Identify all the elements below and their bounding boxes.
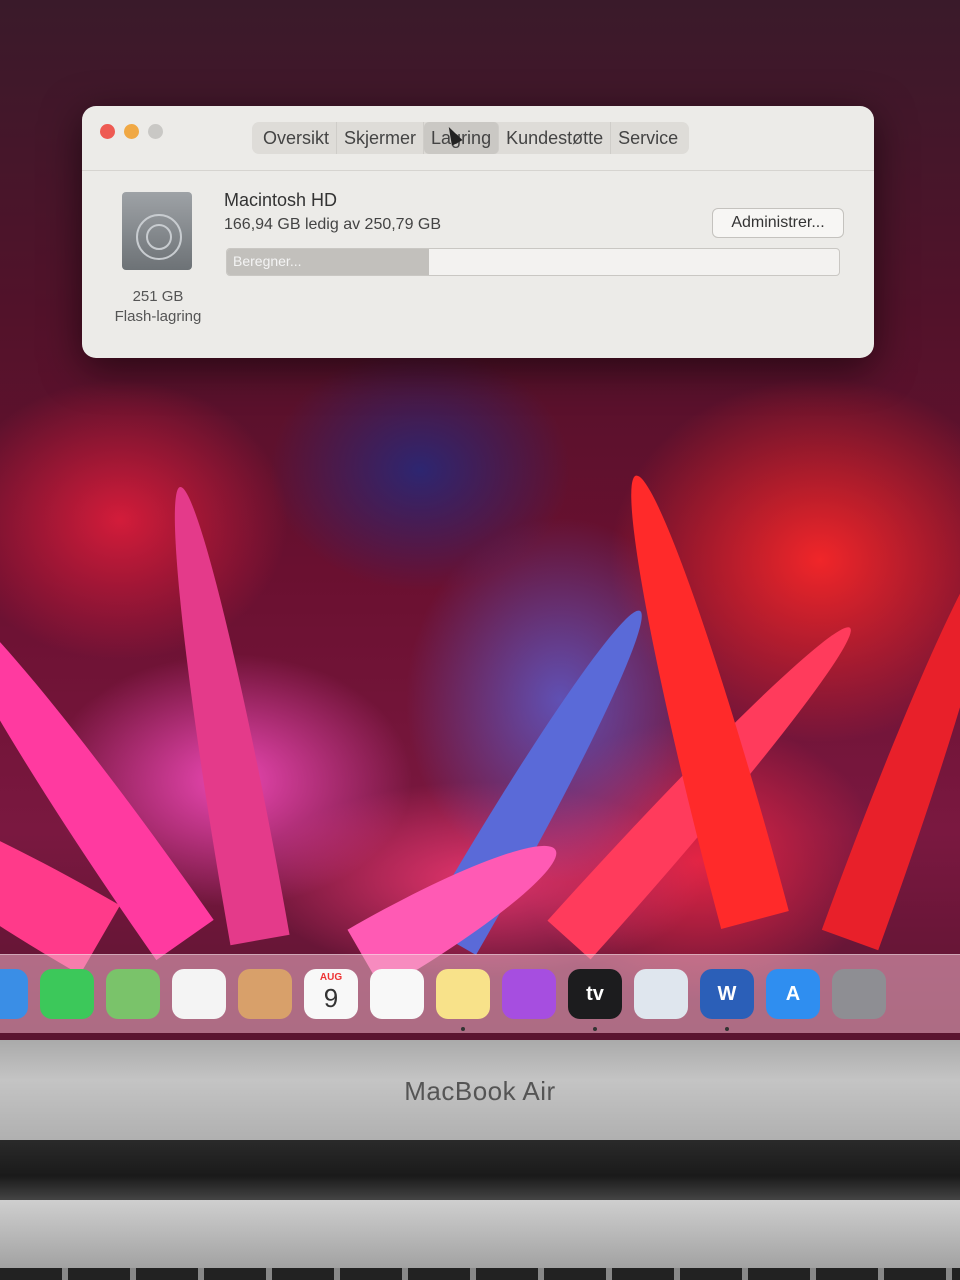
dock-apple-tv-label: tv [586,982,604,1005]
drive-type: Flash-lagring [114,308,202,325]
storage-usage-bar: Beregner... [226,248,840,276]
dock-apple-tv-icon[interactable]: tv [568,969,622,1031]
dock-app-store-icon[interactable]: A [766,969,820,1019]
tab-bar: Oversikt Skjermer Lagring Kundestøtte Se… [252,122,690,154]
disk-free-space: 166,94 GB ledig av 250,79 GB [224,216,442,233]
calendar-month: AUG [319,972,343,983]
zoom-button[interactable] [148,124,163,139]
dock-mail-icon[interactable] [0,969,28,1019]
dock-system-preferences-icon[interactable] [832,969,886,1019]
dock-contacts-icon[interactable] [238,969,292,1019]
wallpaper-leaf [821,535,960,951]
minimize-button[interactable] [124,124,139,139]
dock-maps-icon[interactable] [106,969,160,1019]
dock: AUG 9 tv W A [0,954,960,1033]
tab-service[interactable]: Service [611,122,685,154]
calendar-day: 9 [323,983,339,1013]
manage-button[interactable]: Administrer... [712,208,844,238]
running-indicator [725,1027,729,1031]
keyboard-edge [0,1268,960,1280]
close-button[interactable] [100,124,115,139]
about-this-mac-window: Oversikt Skjermer Lagring Kundestøtte Se… [82,106,874,358]
dock-word-label: W [717,982,737,1005]
running-indicator [593,1027,597,1031]
dock-notes-icon[interactable] [436,969,490,1031]
titlebar-divider [82,170,874,171]
dock-photos-icon[interactable] [172,969,226,1019]
dock-calendar-icon[interactable]: AUG 9 [304,969,358,1019]
dock-app-store-label: A [785,982,801,1005]
window-titlebar[interactable]: Oversikt Skjermer Lagring Kundestøtte Se… [82,106,874,168]
storage-bar-label: Beregner... [233,253,302,269]
tab-support[interactable]: Kundestøtte [499,122,612,154]
dock-facetime-icon[interactable] [40,969,94,1019]
laptop-brand-label: MacBook Air [404,1076,556,1106]
laptop-hinge [0,1140,960,1200]
tab-displays[interactable]: Skjermer [337,122,425,154]
running-indicator [461,1027,465,1031]
hard-drive-icon [122,192,192,270]
drive-capacity: 251 GB [132,288,184,305]
dock-reminders-icon[interactable] [370,969,424,1019]
desktop-wallpaper: Oversikt Skjermer Lagring Kundestøtte Se… [0,0,960,1040]
disk-name: Macintosh HD [224,190,338,210]
tab-overview[interactable]: Oversikt [256,122,338,154]
dock-word-icon[interactable]: W [700,969,754,1031]
dock-podcasts-icon[interactable] [502,969,556,1019]
dock-preview-icon[interactable] [634,969,688,1019]
